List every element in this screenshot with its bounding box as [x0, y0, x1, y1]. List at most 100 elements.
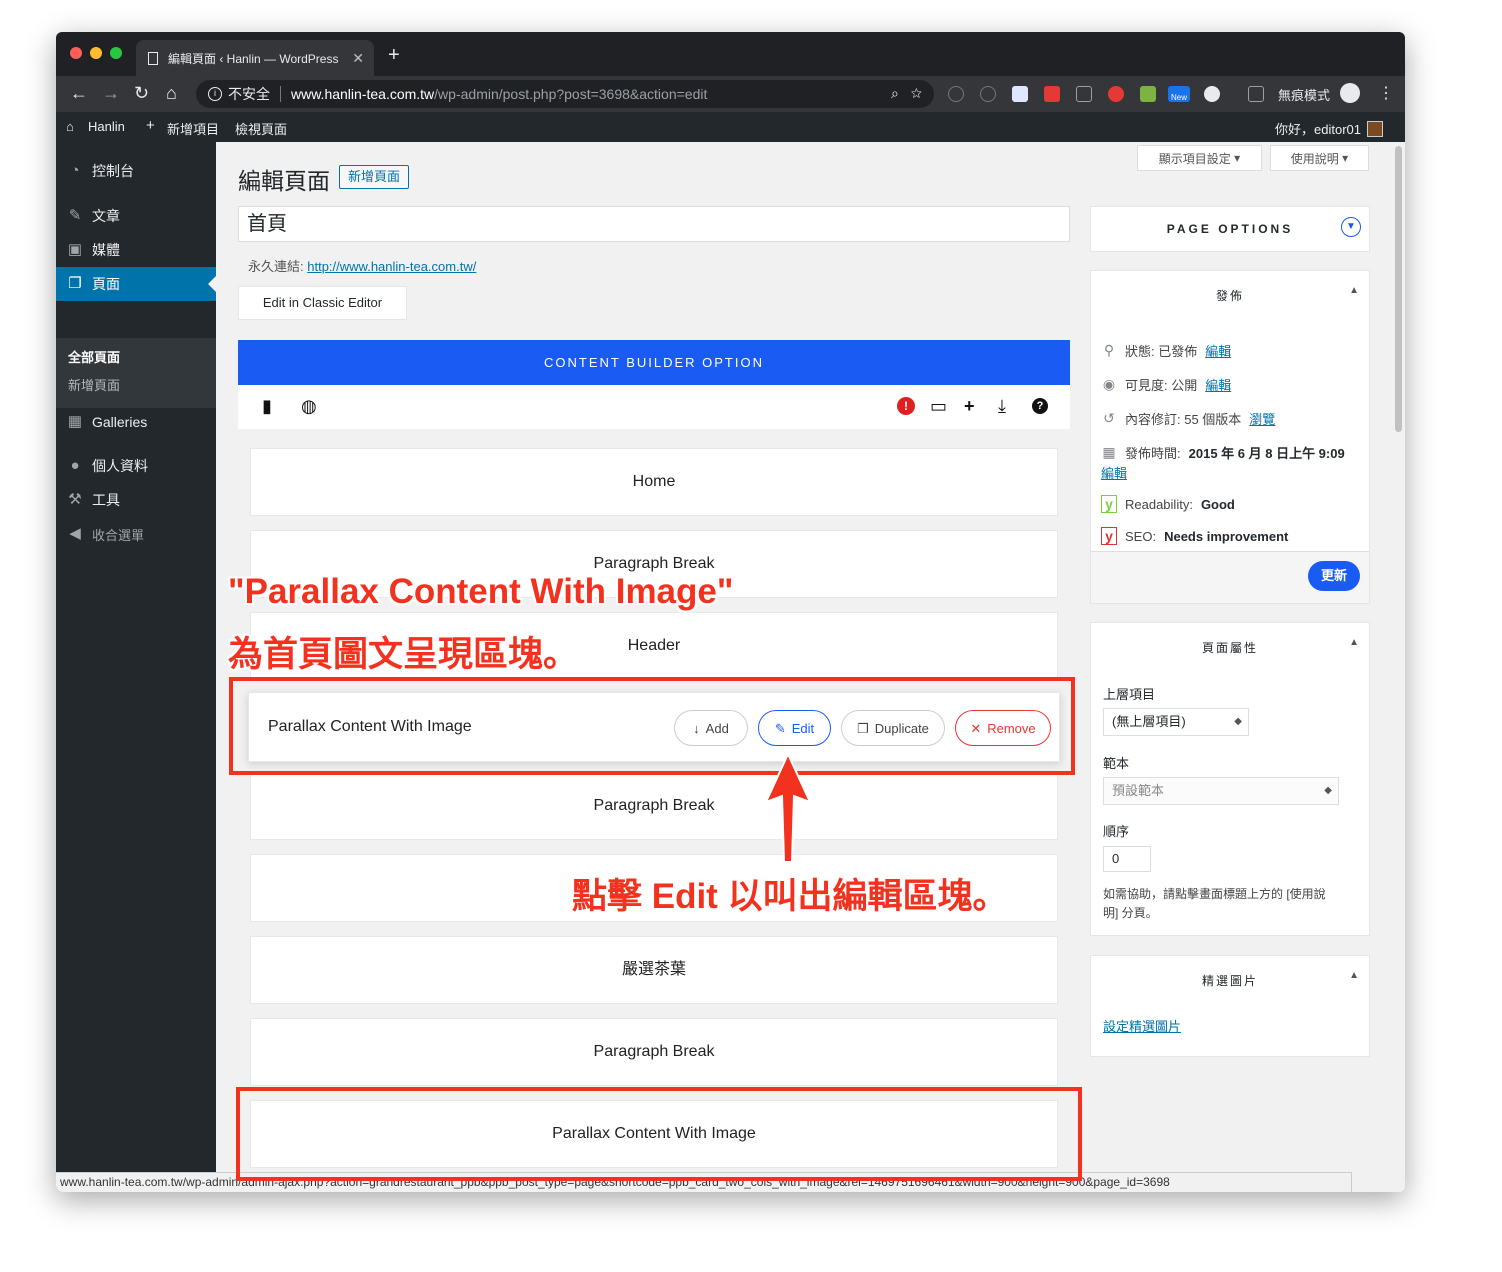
publish-title: 發佈 [1215, 289, 1244, 303]
browser-tab[interactable]: 編輯頁面 ‹ Hanlin — WordPress ✕ [136, 40, 374, 76]
divider [280, 86, 281, 102]
browser-toolbar: ← → ↻ ⌂ i 不安全 www.hanlin-tea.com.tw /wp-… [56, 76, 1405, 112]
extension-icon[interactable] [980, 86, 996, 102]
template-select[interactable]: 預設範本 ◆ [1103, 777, 1339, 805]
sidebar-item-posts[interactable]: ✎ 文章 [56, 199, 216, 233]
ghost-extension-icon[interactable] [1204, 86, 1220, 102]
calendar-icon: ▦ [1102, 444, 1116, 460]
plus-icon[interactable]: + [964, 397, 975, 415]
wordpress-extension-icon[interactable] [948, 86, 964, 102]
red-book-extension-icon[interactable] [1044, 86, 1060, 102]
sidebar-item-galleries[interactable]: ▦ Galleries [56, 405, 216, 439]
classic-editor-button[interactable]: Edit in Classic Editor [238, 286, 407, 320]
forward-icon[interactable]: → [102, 83, 120, 104]
user-icon: ● [70, 457, 80, 474]
sidebar-item-label: 工具 [92, 492, 120, 508]
close-tab-icon[interactable]: ✕ [352, 50, 364, 67]
screen-options-button[interactable]: 顯示項目設定 ▾ [1137, 145, 1262, 171]
builder-block-home[interactable]: Home [250, 448, 1058, 516]
highlight-box-selected-block [229, 677, 1075, 775]
close-window-button[interactable] [70, 47, 82, 59]
bookmark-star-icon[interactable]: ☆ [911, 85, 922, 101]
builder-block-paragraph-break[interactable]: Paragraph Break [250, 772, 1058, 840]
update-button[interactable]: 更新 [1308, 561, 1360, 591]
arrow-up-icon [764, 752, 812, 863]
new-item-link[interactable]: 新增項目 [167, 119, 219, 138]
back-icon[interactable]: ← [70, 83, 88, 104]
eye-icon: ◉ [1102, 376, 1116, 392]
permalink-url[interactable]: http://www.hanlin-tea.com.tw/ [307, 259, 476, 274]
adblock-extension-icon[interactable] [1108, 86, 1124, 102]
visibility-row: ◉ 可見度: 公開 編輯 [1101, 375, 1231, 394]
order-input[interactable]: 0 [1103, 846, 1151, 872]
permalink: 永久連結: http://www.hanlin-tea.com.tw/ [248, 256, 476, 275]
info-icon[interactable]: ! [897, 397, 915, 415]
cast-icon[interactable] [1248, 86, 1264, 102]
revisions-label: 內容修訂: 55 個版本 [1125, 412, 1242, 427]
account-menu[interactable]: 你好，editor01 [1275, 119, 1383, 138]
sidebar-item-collapse[interactable]: ◀ 收合選單 [56, 517, 216, 551]
parent-select[interactable]: (無上層項目) ◆ [1103, 708, 1249, 736]
gem-extension-icon[interactable] [1012, 86, 1028, 102]
add-new-page-button[interactable]: 新增頁面 [339, 165, 410, 189]
desktop-icon[interactable]: ▭ [930, 397, 947, 415]
info-icon[interactable]: i [208, 87, 222, 101]
book-icon[interactable]: ▮ [262, 397, 272, 415]
browse-revisions-link[interactable]: 瀏覽 [1249, 409, 1275, 428]
sidebar-item-media[interactable]: ▣ 媒體 [56, 233, 216, 267]
readability-row: y Readability: Good [1101, 495, 1235, 513]
url-path: /wp-admin/post.php?post=3698&action=edit [434, 86, 708, 102]
edit-date-link[interactable]: 編輯 [1101, 463, 1127, 482]
submenu-add-page[interactable]: 新增頁面 [68, 375, 120, 394]
select-arrows-icon: ◆ [1234, 716, 1242, 727]
edit-visibility-link[interactable]: 編輯 [1205, 375, 1231, 394]
maximize-window-button[interactable] [110, 47, 122, 59]
minimize-window-button[interactable] [90, 47, 102, 59]
sidebar-item-label: 收合選單 [92, 527, 145, 543]
sidebar-item-dashboard[interactable]: ◔ 控制台 [56, 154, 216, 188]
collapse-toggle-icon[interactable]: ▲ [1349, 285, 1359, 296]
home-icon[interactable]: ⌂ [166, 83, 177, 104]
new-tab-icon[interactable]: + [388, 44, 400, 67]
edit-status-link[interactable]: 編輯 [1205, 341, 1231, 360]
collapse-toggle-icon[interactable]: ▲ [1349, 970, 1359, 981]
page-scrollbar[interactable] [1392, 142, 1405, 1192]
pocket-extension-icon[interactable] [1076, 86, 1092, 102]
home-icon[interactable]: ⌂ [66, 119, 74, 134]
help-label: 使用說明 [1290, 151, 1339, 166]
expand-icon[interactable]: ▼ [1341, 217, 1361, 237]
zoom-icon[interactable]: ⌕ [891, 85, 899, 101]
annotation-line-2: 為首頁圖文呈現區塊。 [228, 635, 579, 674]
page-options-box[interactable]: PAGE OPTIONS ▼ [1090, 206, 1370, 252]
screen-options-label: 顯示項目設定 [1158, 151, 1231, 166]
tab-bar: 編輯頁面 ‹ Hanlin — WordPress ✕ + [56, 32, 1405, 76]
submenu-all-pages[interactable]: 全部頁面 [68, 347, 120, 366]
builder-block-paragraph-break[interactable]: Paragraph Break [250, 1018, 1058, 1086]
browser-menu-icon[interactable]: ⋮ [1378, 83, 1394, 103]
order-label: 順序 [1103, 824, 1130, 839]
evernote-extension-icon[interactable] [1140, 86, 1156, 102]
post-title-input[interactable]: 首頁 [238, 206, 1070, 242]
sidebar-item-label: 媒體 [92, 242, 120, 258]
date-label: 發佈時間: [1125, 446, 1181, 461]
help-button[interactable]: 使用說明 ▾ [1270, 145, 1369, 171]
builder-block-tea-selection[interactable]: 嚴選茶葉 [250, 936, 1058, 1004]
address-bar[interactable]: i 不安全 www.hanlin-tea.com.tw /wp-admin/po… [196, 80, 934, 108]
globe-icon[interactable]: ◍ [301, 397, 317, 415]
download-icon[interactable]: ⤓ [998, 397, 1006, 415]
sidebar-item-pages[interactable]: ❐ 頁面 [56, 267, 216, 301]
sidebar-item-tools[interactable]: ⚒ 工具 [56, 483, 216, 517]
reload-icon[interactable]: ↻ [134, 83, 149, 104]
site-name-link[interactable]: Hanlin [88, 119, 125, 134]
builder-heading: CONTENT BUILDER OPTION [238, 340, 1070, 385]
select-arrows-icon: ◆ [1324, 785, 1332, 796]
help-icon[interactable]: ? [1032, 398, 1048, 414]
scrollbar-thumb[interactable] [1395, 146, 1402, 432]
incognito-icon[interactable] [1340, 83, 1360, 103]
collapse-toggle-icon[interactable]: ▲ [1349, 637, 1359, 648]
plus-icon[interactable]: + [146, 117, 155, 134]
view-page-link[interactable]: 檢視頁面 [235, 119, 287, 138]
sidebar-item-profile[interactable]: ● 個人資料 [56, 449, 216, 483]
set-featured-image-link[interactable]: 設定精選圖片 [1103, 1016, 1181, 1035]
new-extension-badge[interactable]: New [1168, 86, 1190, 102]
